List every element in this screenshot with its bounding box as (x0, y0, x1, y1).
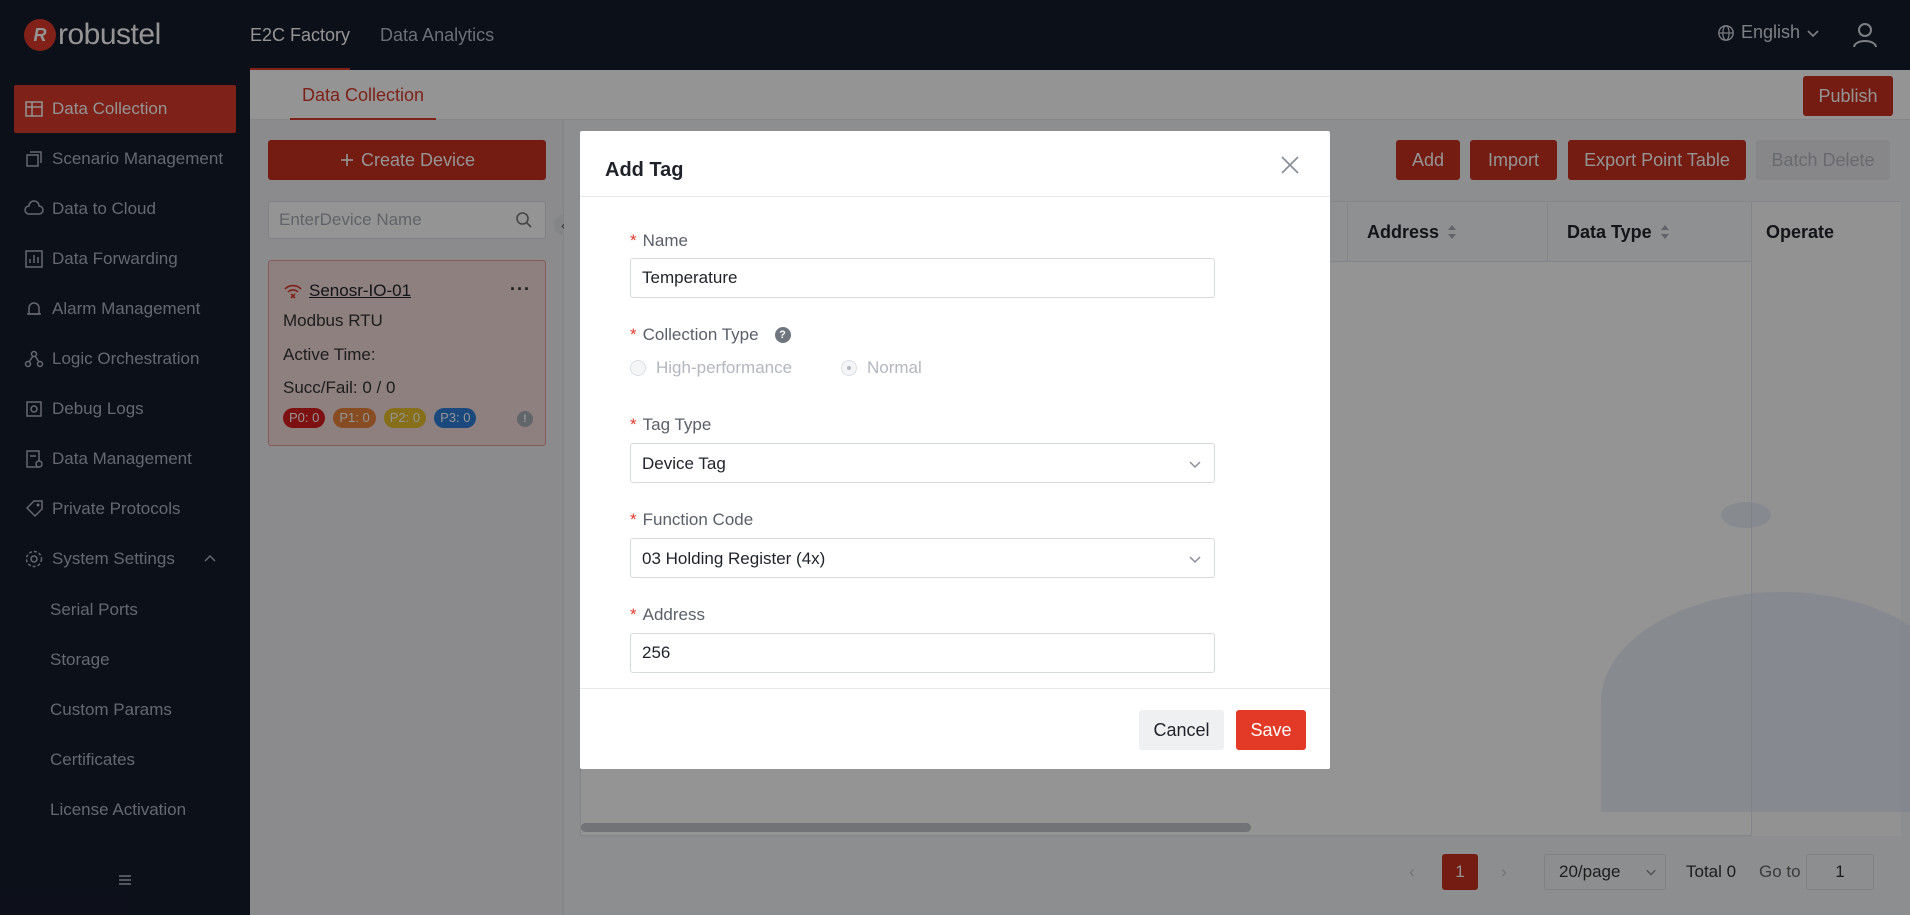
function-code-value: 03 Holding Register (4x) (642, 549, 826, 568)
radio-circle-selected (841, 360, 857, 376)
function-code-select[interactable]: 03 Holding Register (4x) (630, 538, 1215, 578)
close-icon[interactable] (1278, 153, 1302, 177)
radio-high-performance[interactable]: High-performance (630, 358, 792, 378)
cancel-button[interactable]: Cancel (1139, 710, 1224, 750)
address-field-wrapper (630, 633, 1215, 673)
function-code-label: * Function Code (630, 510, 754, 529)
address-label: * Address (630, 605, 705, 624)
radio-circle (630, 360, 646, 376)
tag-type-value: Device Tag (642, 454, 726, 473)
name-input[interactable] (631, 259, 1214, 297)
radio-normal[interactable]: Normal (841, 358, 922, 378)
tag-type-label: * Tag Type (630, 415, 712, 434)
tag-type-select[interactable]: Device Tag (630, 443, 1215, 483)
name-field-wrapper (630, 258, 1215, 298)
chevron-down-icon (1189, 556, 1201, 564)
address-input[interactable] (631, 634, 1214, 672)
name-label: * Name (630, 231, 688, 250)
collection-type-label: * Collection Type? (630, 325, 791, 345)
save-button[interactable]: Save (1236, 710, 1306, 750)
add-tag-modal: Add Tag *Name *Collection Type? High-per… (580, 131, 1330, 769)
modal-title: Add Tag (605, 159, 684, 181)
help-icon[interactable]: ? (774, 327, 791, 343)
chevron-down-icon (1189, 461, 1201, 469)
